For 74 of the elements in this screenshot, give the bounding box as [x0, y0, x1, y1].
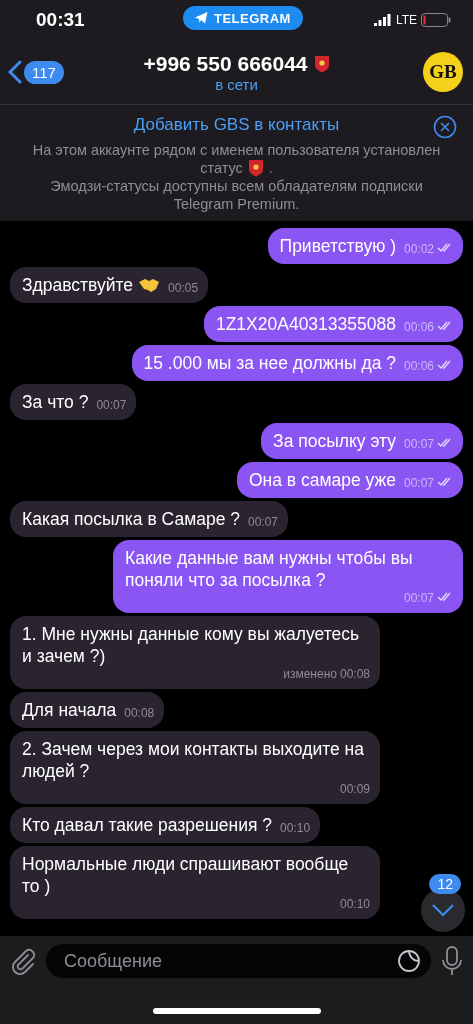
chat-title: +996 550 666044: [143, 51, 308, 76]
outgoing-message[interactable]: 15 .000 мы за нее должны да ? 00:06: [131, 345, 463, 381]
message-text: За посылку эту: [273, 430, 396, 452]
incoming-message[interactable]: Здравствуйте 00:05: [10, 267, 209, 303]
outgoing-message[interactable]: За посылку эту 00:07: [261, 423, 463, 459]
message-input[interactable]: Сообщение: [62, 949, 397, 973]
double-check-icon: [437, 592, 453, 602]
message-field[interactable]: Сообщение: [46, 944, 431, 978]
message-text: 1Z1X20A40313355088: [215, 313, 396, 335]
double-check-icon: [437, 477, 453, 487]
message-time: 00:10: [280, 821, 311, 835]
edited-label: изменено: [283, 667, 337, 681]
sticker-icon[interactable]: [397, 949, 421, 973]
message-time: 00:07: [96, 398, 127, 412]
double-check-icon: [437, 360, 453, 370]
message-time: 00:02: [403, 242, 434, 256]
message-text: Для начала: [22, 699, 117, 721]
notice-period: .: [268, 159, 273, 177]
back-chevron-icon[interactable]: [8, 60, 22, 84]
message-time: 00:06: [403, 359, 434, 373]
incoming-message[interactable]: 2. Зачем через мои контакты выходите на людей ? 00:09: [10, 731, 380, 804]
outgoing-message[interactable]: Какие данные вам нужны чтобы вы поняли что за посылка ? 00:07: [113, 540, 463, 613]
message-text: 15 .000 мы за нее должны да ?: [143, 352, 396, 374]
incoming-message[interactable]: За что ? 00:07: [10, 384, 137, 420]
message-text: За что ?: [22, 391, 89, 413]
double-check-icon: [437, 438, 453, 448]
app-pill[interactable]: TELEGRAM: [183, 6, 303, 30]
message-time: 00:07: [248, 515, 278, 529]
message-time: 00:07: [403, 437, 434, 451]
microphone-icon[interactable]: [441, 946, 463, 976]
double-check-icon: [437, 243, 453, 253]
incoming-message[interactable]: Для начала 00:08: [10, 692, 165, 728]
message-text: Она в самаре уже: [248, 469, 396, 491]
paper-plane-icon: [195, 12, 208, 24]
contact-avatar[interactable]: GB: [423, 52, 463, 92]
status-time: 00:31: [36, 9, 85, 31]
double-check-icon: [437, 321, 453, 331]
message-time: 00:08: [124, 706, 155, 720]
message-text: Приветствую ): [279, 235, 396, 257]
message-time: 00:05: [168, 281, 199, 295]
incoming-message[interactable]: Нормальные люди спрашивают вообще то ) 00:10: [10, 846, 380, 919]
add-contact-link[interactable]: Добавить GBS в контакты: [133, 115, 340, 135]
message-time: 00:10: [339, 897, 370, 911]
incoming-message[interactable]: 1. Мне нужны данные кому вы жалуетесь и зачем ?) изменено 00:08: [10, 616, 380, 689]
unread-badge: 12: [429, 874, 461, 894]
message-text: Какие данные вам нужны чтобы вы поняли что за посылка ?: [125, 547, 414, 591]
message-text: Здравствуйте: [22, 274, 134, 296]
signal-icon: [373, 14, 392, 26]
message-time: 00:08: [339, 667, 370, 681]
online-status: в сети: [215, 75, 258, 93]
status-word: статус: [200, 159, 243, 177]
message-time: 00:07: [403, 591, 434, 605]
message-text: Какая посылка в Самаре ?: [22, 508, 240, 530]
message-time: 00:09: [339, 782, 370, 796]
message-text: 1. Мне нужны данные кому вы жалуетесь и зачем ?): [22, 623, 361, 667]
network-type: LTE: [395, 13, 417, 27]
status-notice: На этом аккаунте рядом с именем пользователя установлен: [32, 141, 441, 159]
chevron-down-icon: [431, 903, 455, 917]
message-text: Нормальные люди спрашивают вообще то ): [22, 853, 350, 897]
message-text: Кто давал такие разрешения ?: [22, 814, 273, 836]
outgoing-message[interactable]: Приветствую ) 00:02: [267, 228, 463, 264]
message-time: 00:06: [403, 320, 434, 334]
message-time: 00:07: [403, 476, 434, 490]
message-text: 2. Зачем через мои контакты выходите на людей ?: [22, 738, 366, 782]
close-icon[interactable]: [433, 115, 457, 139]
paperclip-icon[interactable]: [10, 947, 36, 975]
incoming-message[interactable]: Кто давал такие разрешения ? 00:10: [10, 807, 321, 843]
premium-notice: Эмодзи-статусы доступны всем обладателям подписки Telegram Premium.: [49, 177, 424, 213]
shield-emoji-icon: [247, 159, 264, 177]
app-name: TELEGRAM: [214, 10, 291, 26]
outgoing-message[interactable]: 1Z1X20A40313355088 00:06: [203, 306, 463, 342]
outgoing-message[interactable]: Она в самаре уже 00:07: [236, 462, 463, 498]
shield-emoji-icon: [313, 54, 330, 73]
incoming-message[interactable]: Какая посылка в Самаре ? 00:07: [10, 501, 288, 537]
